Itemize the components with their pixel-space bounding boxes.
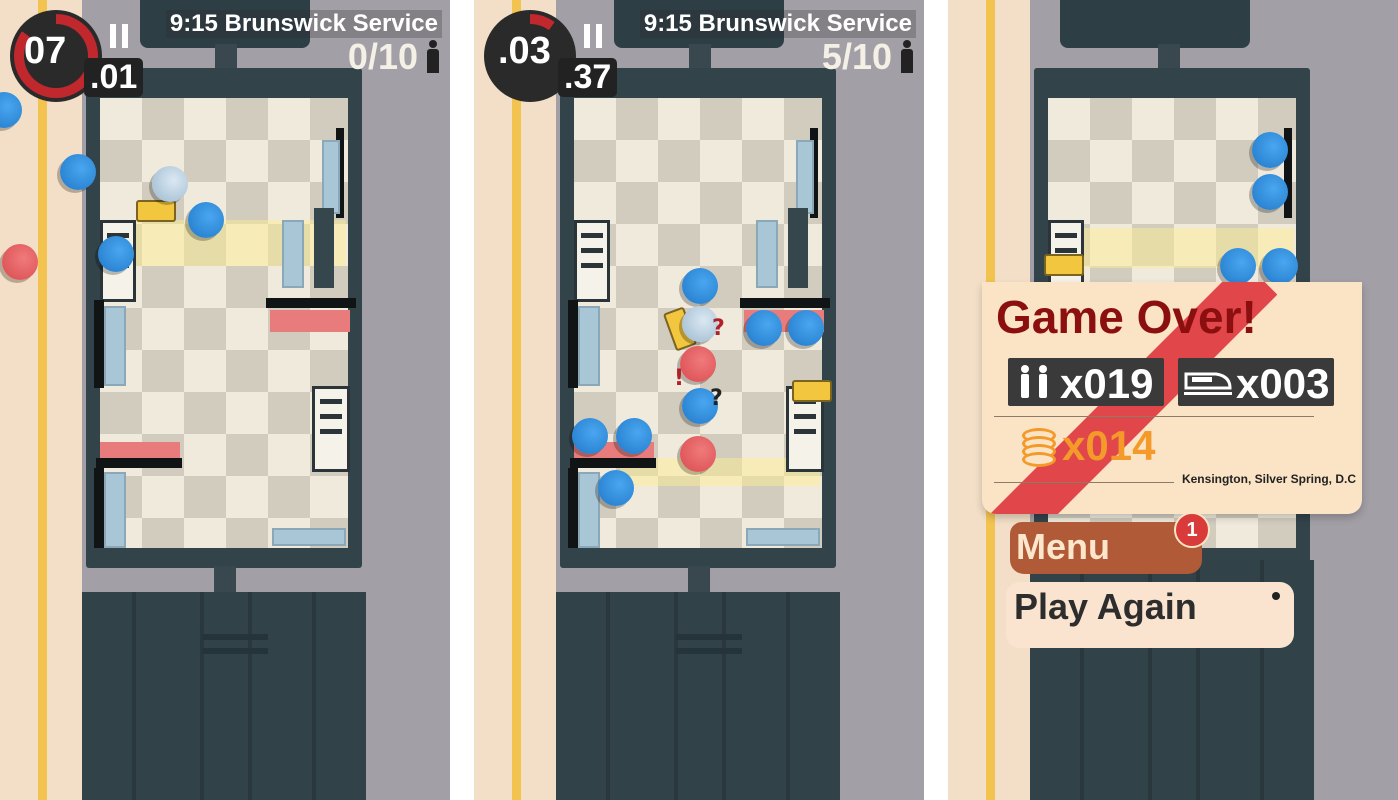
passenger-blue[interactable]	[98, 236, 134, 272]
divider	[994, 416, 1314, 417]
passenger-red[interactable]	[680, 436, 716, 472]
seat	[578, 472, 600, 548]
service-name: 9:15 Brunswick Service	[639, 10, 916, 38]
divider	[994, 482, 1174, 483]
passenger-blue[interactable]	[616, 418, 652, 454]
play-again-button[interactable]: Play Again	[1006, 582, 1294, 648]
coupler	[214, 566, 236, 594]
seat	[104, 472, 126, 548]
game-over-card: Game Over! x019 x003 x014 Kensington, Si…	[982, 282, 1362, 514]
passengers-stat: x019	[1008, 358, 1164, 407]
pause-icon[interactable]	[110, 24, 130, 48]
alert-mark: !	[674, 366, 685, 391]
seat	[272, 528, 346, 546]
timer-seconds: 07	[24, 30, 67, 72]
locker	[312, 386, 350, 472]
seat	[104, 306, 126, 386]
passenger-red[interactable]	[680, 346, 716, 382]
previous-train-car	[1060, 0, 1250, 48]
seat	[578, 306, 600, 386]
notification-badge: 1	[1174, 512, 1210, 548]
wall	[568, 468, 578, 548]
game-screen-2: ? ! ? .03 .37 9:15 Brunswick Service 5/1…	[474, 0, 924, 800]
passenger-blue[interactable]	[60, 154, 96, 190]
luggage	[1044, 254, 1084, 276]
passengers-value: x019	[1060, 360, 1154, 407]
game-screen-1: 07 .01 9:15 Brunswick Service 0/10	[0, 0, 450, 800]
platform-safety-line	[38, 0, 47, 800]
confused-mark: ?	[710, 386, 723, 411]
red-seat	[100, 442, 180, 458]
passenger-blue[interactable]	[598, 470, 634, 506]
passenger-blue[interactable]	[188, 202, 224, 238]
timer-fraction: .01	[84, 58, 144, 97]
red-seat	[270, 310, 350, 332]
next-train-car	[82, 592, 366, 800]
play-again-label: Play Again	[1014, 586, 1197, 627]
coupler	[688, 566, 710, 594]
timer-seconds: .03	[498, 30, 551, 72]
luggage	[792, 380, 832, 402]
locker	[574, 220, 610, 302]
wall	[570, 458, 656, 468]
seat	[756, 220, 778, 288]
game-over-screen: Game Over! x019 x003 x014 Kensington, Si…	[948, 0, 1398, 800]
menu-label: Menu	[1016, 526, 1110, 567]
coins-icon	[1022, 428, 1056, 467]
passenger-selected[interactable]	[152, 166, 188, 202]
service-name: 9:15 Brunswick Service	[165, 10, 442, 38]
pause-icon[interactable]	[584, 24, 604, 48]
location-label: Kensington, Silver Spring, D.C	[1181, 472, 1356, 486]
trains-value: x003	[1236, 360, 1330, 407]
wall	[94, 468, 104, 548]
boarded-count: 0/10	[347, 36, 418, 77]
pillar	[314, 208, 334, 288]
dot	[1272, 592, 1280, 600]
coins-value: x014	[1062, 422, 1156, 469]
next-train-car	[556, 592, 840, 800]
passenger-blue	[1262, 248, 1298, 284]
seat	[746, 528, 820, 546]
confused-mark: ?	[712, 316, 725, 341]
train-icon	[1184, 372, 1232, 395]
passenger-blue	[1252, 132, 1288, 168]
seat	[282, 220, 304, 288]
wall	[266, 298, 356, 308]
couple-icon	[1021, 365, 1047, 398]
person-icon	[426, 40, 440, 74]
platform-safety-line	[512, 0, 521, 800]
person-icon	[900, 40, 914, 74]
pillar	[788, 208, 808, 288]
seat	[796, 140, 814, 214]
passenger-blue	[1252, 174, 1288, 210]
train-car	[86, 68, 362, 568]
luggage	[136, 200, 176, 222]
trains-stat: x003	[1178, 358, 1334, 407]
wall	[568, 300, 578, 388]
wall	[740, 298, 830, 308]
boarded-count: 5/10	[821, 36, 892, 77]
passenger-blue[interactable]	[682, 268, 718, 304]
passenger-blue	[1220, 248, 1256, 284]
wall	[96, 458, 182, 468]
coins-stat: x014	[1022, 422, 1156, 470]
game-over-title: Game Over!	[996, 291, 1257, 343]
passenger-blue[interactable]	[788, 310, 824, 346]
doorway-light	[1074, 228, 1294, 268]
passenger-blue[interactable]	[746, 310, 782, 346]
timer-fraction: .37	[558, 58, 618, 97]
passenger-red[interactable]	[2, 244, 38, 280]
wall	[94, 300, 104, 388]
passenger-blue[interactable]	[572, 418, 608, 454]
seat	[322, 140, 340, 214]
